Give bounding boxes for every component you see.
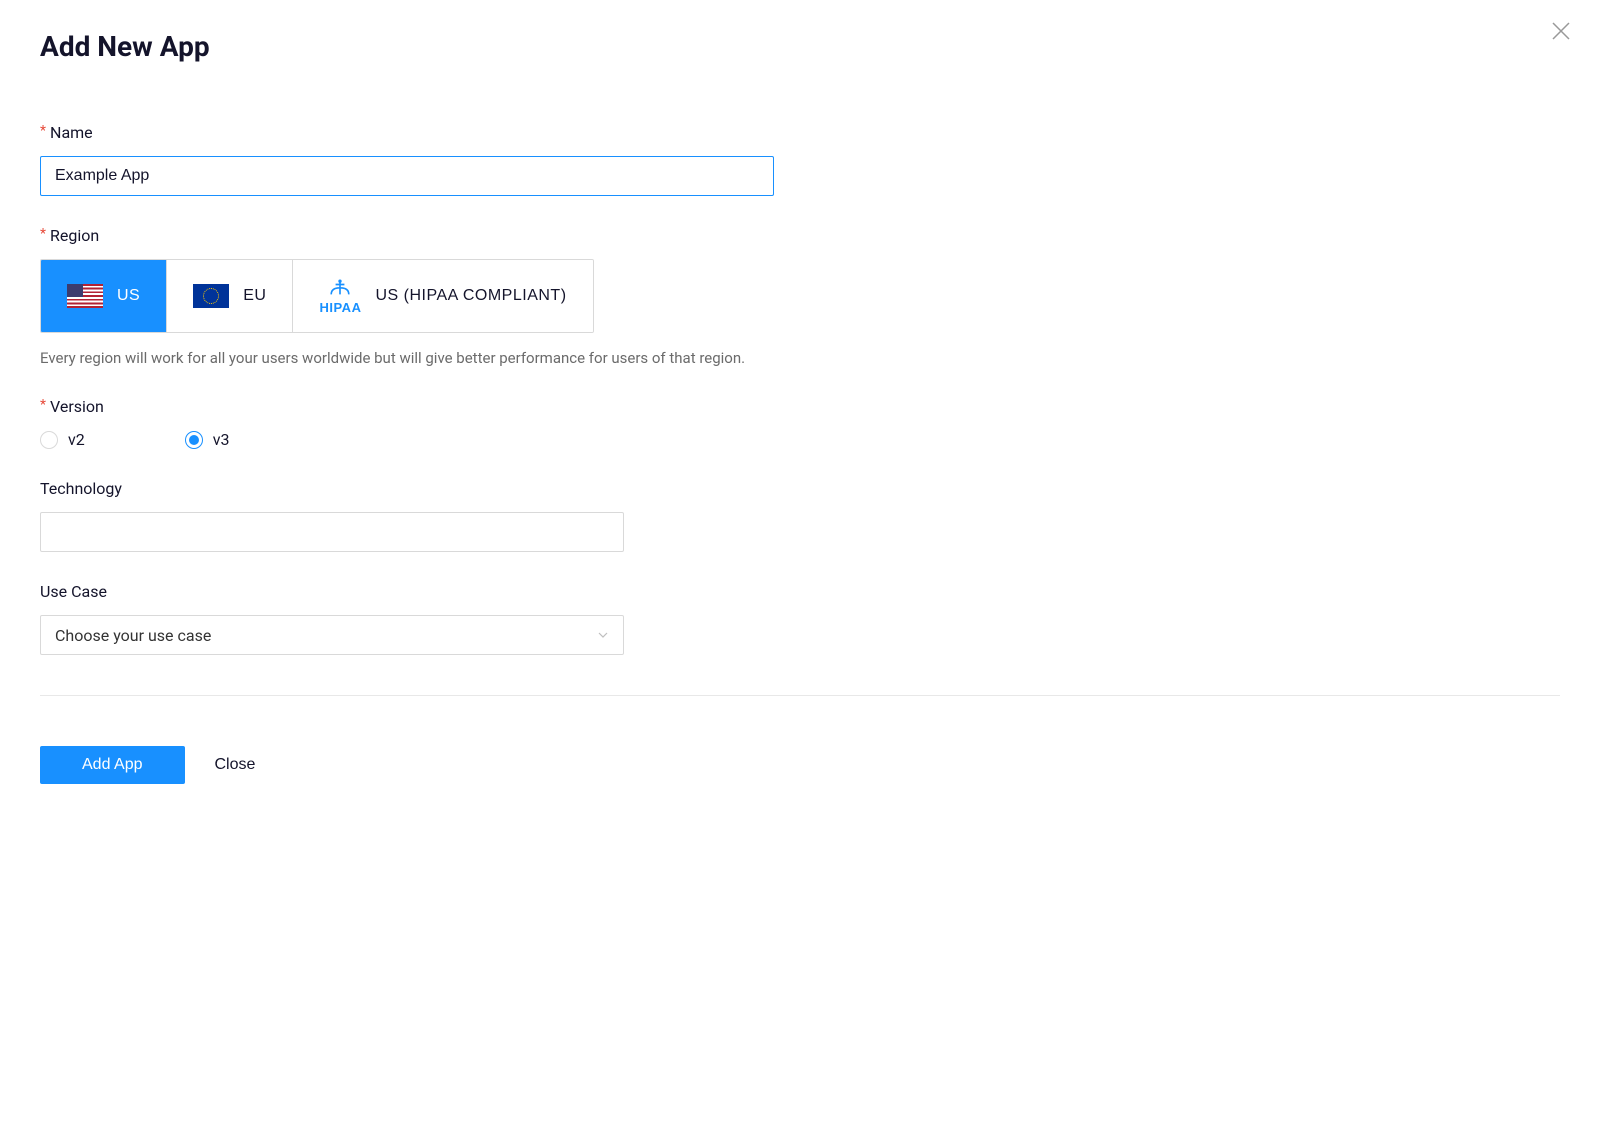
chevron-down-icon	[597, 626, 609, 645]
dialog-title: Add New App	[40, 30, 1560, 63]
version-option-label: v3	[213, 430, 230, 449]
name-label-text: Name	[50, 123, 93, 142]
name-input[interactable]	[40, 156, 774, 196]
use-case-placeholder: Choose your use case	[55, 626, 211, 645]
version-option-label: v2	[68, 430, 85, 449]
version-option-v3[interactable]: v3	[185, 430, 230, 449]
hipaa-badge-text: HIPAA	[319, 301, 361, 314]
radio-icon	[40, 431, 58, 449]
version-label: *Version	[40, 397, 1560, 416]
name-field-group: *Name	[40, 123, 1560, 196]
version-radio-group: v2 v3	[40, 430, 1560, 449]
version-label-text: Version	[50, 397, 104, 416]
technology-label-text: Technology	[40, 479, 122, 498]
version-option-v2[interactable]: v2	[40, 430, 85, 449]
use-case-field-group: Use Case Choose your use case	[40, 582, 1560, 655]
technology-label: Technology	[40, 479, 1560, 498]
region-option-us[interactable]: US	[41, 260, 166, 332]
region-option-label: US	[117, 287, 140, 305]
close-button[interactable]: Close	[215, 756, 256, 774]
use-case-label-text: Use Case	[40, 582, 107, 601]
region-help-text: Every region will work for all your user…	[40, 349, 1560, 367]
us-flag-icon	[67, 284, 103, 308]
use-case-label: Use Case	[40, 582, 1560, 601]
region-option-label: US (HIPAA COMPLIANT)	[375, 287, 566, 305]
region-button-group: US EU HIPAA US (HIPAA COMPLIANT)	[40, 259, 594, 333]
version-field-group: *Version v2 v3	[40, 397, 1560, 449]
required-marker: *	[40, 397, 46, 413]
region-label: *Region	[40, 226, 1560, 245]
use-case-select[interactable]: Choose your use case	[40, 615, 624, 655]
hipaa-icon: HIPAA	[319, 279, 361, 314]
technology-field-group: Technology	[40, 479, 1560, 552]
name-label: *Name	[40, 123, 1560, 142]
eu-flag-icon	[193, 284, 229, 308]
region-option-label: EU	[243, 287, 266, 305]
radio-icon	[185, 431, 203, 449]
add-app-button[interactable]: Add App	[40, 746, 185, 784]
region-field-group: *Region US EU HIPAA US (HIPAA COMPLIANT)…	[40, 226, 1560, 367]
divider	[40, 695, 1560, 696]
required-marker: *	[40, 226, 46, 242]
region-option-eu[interactable]: EU	[166, 260, 292, 332]
footer-buttons: Add App Close	[40, 746, 1560, 784]
region-option-us-hipaa[interactable]: HIPAA US (HIPAA COMPLIANT)	[292, 260, 592, 332]
technology-select[interactable]	[40, 512, 624, 552]
close-icon[interactable]	[1552, 20, 1570, 44]
required-marker: *	[40, 123, 46, 139]
region-label-text: Region	[50, 226, 99, 245]
